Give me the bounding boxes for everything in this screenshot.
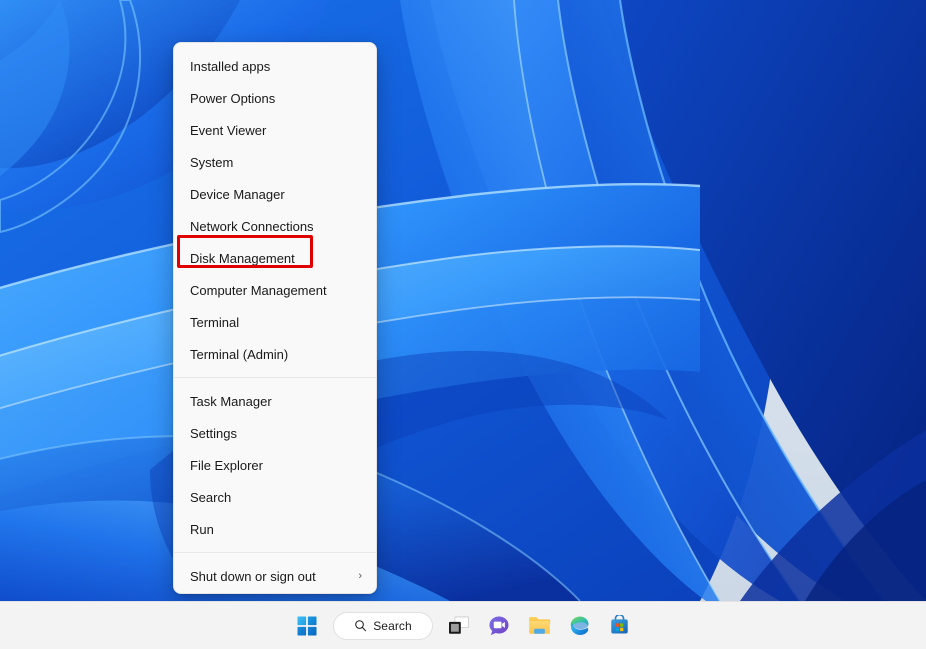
menu-item-installed-apps[interactable]: Installed apps [174,50,376,82]
menu-item-disk-management[interactable]: Disk Management [174,242,376,274]
edge-icon [568,615,590,637]
start-button[interactable] [287,606,327,646]
menu-item-settings[interactable]: Settings [174,417,376,449]
folder-icon [528,615,551,636]
menu-item-label: Shut down or sign out [190,569,358,584]
menu-item-label: Event Viewer [190,123,364,138]
menu-item-file-explorer[interactable]: File Explorer [174,449,376,481]
menu-item-terminal[interactable]: Terminal [174,306,376,338]
menu-item-label: Terminal [190,315,364,330]
menu-item-event-viewer[interactable]: Event Viewer [174,114,376,146]
menu-item-network-connections[interactable]: Network Connections [174,210,376,242]
menu-item-power-options[interactable]: Power Options [174,82,376,114]
menu-item-terminal-admin[interactable]: Terminal (Admin) [174,338,376,377]
menu-item-label: Settings [190,426,364,441]
chat-icon [488,615,510,637]
menu-item-task-manager[interactable]: Task Manager [174,385,376,417]
wallpaper-art [0,0,926,601]
menu-item-label: Terminal (Admin) [190,347,364,362]
menu-group-session: Shut down or sign out › Desktop [174,553,376,594]
menu-item-label: Task Manager [190,394,364,409]
menu-item-desktop[interactable]: Desktop [174,592,376,594]
menu-group-tools: Task Manager Settings File Explorer Sear… [174,378,376,552]
taskbar: Search [0,601,926,649]
menu-item-label: Power Options [190,91,364,106]
menu-group-system: Installed apps Power Options Event Viewe… [174,43,376,377]
menu-item-label: Disk Management [190,251,364,266]
windows-logo-icon [297,616,317,636]
store-icon [609,615,630,636]
menu-item-label: File Explorer [190,458,364,473]
chat-button[interactable] [479,606,519,646]
menu-item-system[interactable]: System [174,146,376,178]
search-icon [354,619,367,632]
file-explorer-button[interactable] [519,606,559,646]
menu-item-label: Installed apps [190,59,364,74]
menu-item-label: Search [190,490,364,505]
edge-button[interactable] [559,606,599,646]
menu-item-label: Device Manager [190,187,364,202]
menu-item-label: System [190,155,364,170]
search-input[interactable]: Search [333,612,433,640]
screen: Installed apps Power Options Event Viewe… [0,0,926,649]
menu-item-label: Computer Management [190,283,364,298]
desktop-wallpaper[interactable] [0,0,926,601]
store-button[interactable] [599,606,639,646]
menu-item-computer-management[interactable]: Computer Management [174,274,376,306]
menu-item-label: Run [190,522,364,537]
menu-item-shut-down-or-sign-out[interactable]: Shut down or sign out › [174,560,376,592]
menu-item-run[interactable]: Run [174,513,376,552]
menu-item-device-manager[interactable]: Device Manager [174,178,376,210]
task-view-button[interactable] [439,606,479,646]
menu-item-search[interactable]: Search [174,481,376,513]
menu-item-label: Network Connections [190,219,364,234]
search-label: Search [373,619,412,633]
task-view-icon [448,616,470,636]
chevron-right-icon: › [358,571,364,582]
win-x-quick-link-menu[interactable]: Installed apps Power Options Event Viewe… [173,42,377,594]
